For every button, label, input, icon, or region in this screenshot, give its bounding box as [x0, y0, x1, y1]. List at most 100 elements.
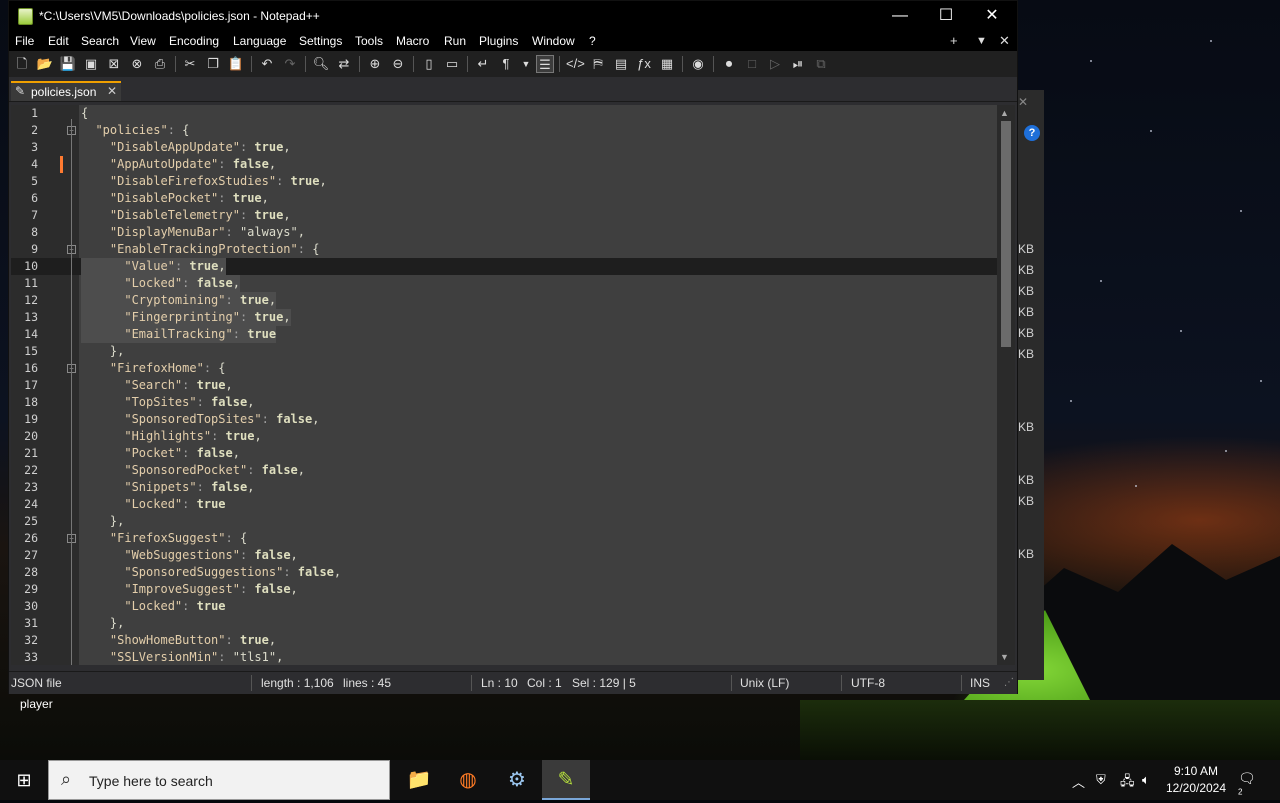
- code-line[interactable]: 10 "Value": true,: [11, 258, 997, 275]
- code-line[interactable]: 11 "Locked": false,: [11, 275, 997, 292]
- menu-settings[interactable]: Settings: [299, 34, 342, 48]
- notifications-icon[interactable]: 🗨2: [1238, 770, 1258, 796]
- close-file-icon[interactable]: ⊠: [105, 55, 123, 73]
- open-file-icon[interactable]: 📂: [36, 55, 54, 73]
- code-line[interactable]: 29 "ImproveSuggest": false,: [11, 581, 997, 598]
- code-line[interactable]: 26 "FirefoxSuggest": {−: [11, 530, 997, 547]
- code-line[interactable]: 33 "SSLVersionMin": "tls1",: [11, 649, 997, 665]
- undo-icon[interactable]: ↶: [258, 55, 276, 73]
- help-icon[interactable]: ?: [1024, 125, 1040, 141]
- code-line[interactable]: 12 "Cryptomining": true,: [11, 292, 997, 309]
- code-line[interactable]: 23 "Snippets": false,: [11, 479, 997, 496]
- scroll-up-icon[interactable]: ▲: [1000, 108, 1009, 118]
- chevron-down-icon[interactable]: ▼: [976, 35, 987, 47]
- code-line[interactable]: 31 },: [11, 615, 997, 632]
- code-line[interactable]: 27 "WebSuggestions": false,: [11, 547, 997, 564]
- code-line[interactable]: 13 "Fingerprinting": true,: [11, 309, 997, 326]
- zoom-in-icon[interactable]: ⊕: [366, 55, 384, 73]
- code-line[interactable]: 8 "DisplayMenuBar": "always",: [11, 224, 997, 241]
- code-line[interactable]: 25 },: [11, 513, 997, 530]
- status-encoding[interactable]: UTF-8: [851, 676, 885, 690]
- document-map-icon[interactable]: ⛿: [589, 55, 607, 73]
- menu-macro[interactable]: Macro: [396, 34, 429, 48]
- firefox-icon[interactable]: ◍: [444, 760, 492, 800]
- replace-icon[interactable]: ⇄: [335, 55, 353, 73]
- code-line[interactable]: 22 "SponsoredPocket": false,: [11, 462, 997, 479]
- vertical-scrollbar[interactable]: ▲ ▼: [997, 105, 1015, 665]
- menu-file[interactable]: File: [15, 34, 34, 48]
- code-line[interactable]: 16 "FirefoxHome": {−: [11, 360, 997, 377]
- code-line[interactable]: 32 "ShowHomeButton": true,: [11, 632, 997, 649]
- status-eol[interactable]: Unix (LF): [740, 676, 789, 690]
- record-macro-icon[interactable]: ⏺: [720, 55, 738, 73]
- close-all-icon[interactable]: ⊗: [128, 55, 146, 73]
- code-line[interactable]: 3 "DisableAppUpdate": true,: [11, 139, 997, 156]
- maximize-button[interactable]: ☐: [923, 1, 969, 31]
- close-document-button[interactable]: ✕: [999, 33, 1010, 49]
- copy-icon[interactable]: ❐: [204, 55, 222, 73]
- add-tab-button[interactable]: +: [950, 33, 958, 48]
- code-line[interactable]: 19 "SponsoredTopSites": false,: [11, 411, 997, 428]
- close-icon[interactable]: ✕: [1018, 95, 1028, 109]
- file-explorer-icon[interactable]: 📁: [395, 760, 443, 800]
- cut-icon[interactable]: ✂: [181, 55, 199, 73]
- paste-icon[interactable]: 📋: [227, 55, 245, 73]
- code-line[interactable]: 15 },: [11, 343, 997, 360]
- code-line[interactable]: 9 "EnableTrackingProtection": {−: [11, 241, 997, 258]
- title-bar[interactable]: *C:\Users\VM5\Downloads\policies.json - …: [9, 1, 1017, 31]
- background-window[interactable]: ✕ ? KB KB KB KB KB KB KB KB KB KB: [1015, 90, 1044, 680]
- run-macro-multiple-icon[interactable]: ⏯: [789, 55, 807, 73]
- function-list-icon[interactable]: ƒx: [635, 55, 653, 73]
- xml-tags-icon[interactable]: </>: [566, 55, 585, 73]
- stop-macro-icon[interactable]: □: [743, 55, 761, 73]
- menu-edit[interactable]: Edit: [48, 34, 69, 48]
- monitoring-icon[interactable]: ◉: [689, 55, 707, 73]
- notepadpp-window[interactable]: *C:\Users\VM5\Downloads\policies.json - …: [8, 0, 1018, 694]
- code-line[interactable]: 21 "Pocket": false,: [11, 445, 997, 462]
- tab-policies-json[interactable]: ✎ policies.json ✕: [11, 81, 121, 101]
- code-line[interactable]: 30 "Locked": true: [11, 598, 997, 615]
- new-file-icon[interactable]: 🗋: [13, 55, 31, 73]
- desktop-icon-label[interactable]: player: [20, 697, 53, 711]
- close-tab-icon[interactable]: ✕: [107, 84, 117, 98]
- code-line[interactable]: 28 "SponsoredSuggestions": false,: [11, 564, 997, 581]
- volume-muted-icon[interactable]: 🔈︎: [1142, 772, 1150, 788]
- code-line[interactable]: 17 "Search": true,: [11, 377, 997, 394]
- code-editor[interactable]: 1{2 "policies": {−3 "DisableAppUpdate": …: [11, 105, 997, 665]
- code-line[interactable]: 4 "AppAutoUpdate": false,: [11, 156, 997, 173]
- notepadpp-taskbar-icon[interactable]: ✎: [542, 760, 590, 800]
- menu-tools[interactable]: Tools: [355, 34, 383, 48]
- minimize-button[interactable]: —: [877, 1, 923, 31]
- code-line[interactable]: 14 "EmailTracking": true: [11, 326, 997, 343]
- scroll-down-icon[interactable]: ▼: [1000, 652, 1009, 662]
- folder-workspace-icon[interactable]: ▦: [658, 55, 676, 73]
- code-line[interactable]: 1{: [11, 105, 997, 122]
- chevron-down-icon[interactable]: ▼: [517, 55, 535, 73]
- taskbar-search[interactable]: ⌕ Type here to search: [48, 760, 390, 800]
- indent-guide-icon[interactable]: ☰: [536, 55, 554, 73]
- menu-window[interactable]: Window: [532, 34, 575, 48]
- code-line[interactable]: 18 "TopSites": false,: [11, 394, 997, 411]
- network-icon[interactable]: 🖧: [1120, 772, 1135, 794]
- status-insert-mode[interactable]: INS: [970, 676, 990, 690]
- show-all-characters-icon[interactable]: ¶: [497, 55, 515, 73]
- code-line[interactable]: 20 "Highlights": true,: [11, 428, 997, 445]
- close-button[interactable]: ✕: [969, 1, 1015, 31]
- save-all-icon[interactable]: ▣: [82, 55, 100, 73]
- sync-vertical-icon[interactable]: ▯: [420, 55, 438, 73]
- system-clock[interactable]: 9:10 AM 12/20/2024: [1160, 763, 1232, 797]
- save-macro-icon[interactable]: ⧉: [812, 55, 830, 73]
- word-wrap-icon[interactable]: ↵: [474, 55, 492, 73]
- start-button[interactable]: ⊞: [0, 760, 48, 800]
- play-macro-icon[interactable]: ▷: [766, 55, 784, 73]
- menu-plugins[interactable]: Plugins: [479, 34, 518, 48]
- save-icon[interactable]: 💾: [59, 55, 77, 73]
- code-line[interactable]: 5 "DisableFirefoxStudies": true,: [11, 173, 997, 190]
- menu-language[interactable]: Language: [233, 34, 286, 48]
- control-panel-icon[interactable]: ⚙: [493, 760, 541, 800]
- code-line[interactable]: 24 "Locked": true: [11, 496, 997, 513]
- resize-grip-icon[interactable]: ⋰: [1004, 677, 1014, 688]
- print-icon[interactable]: ⎙: [151, 55, 169, 73]
- find-icon[interactable]: 🔍︎: [312, 55, 330, 73]
- document-list-icon[interactable]: ▤: [612, 55, 630, 73]
